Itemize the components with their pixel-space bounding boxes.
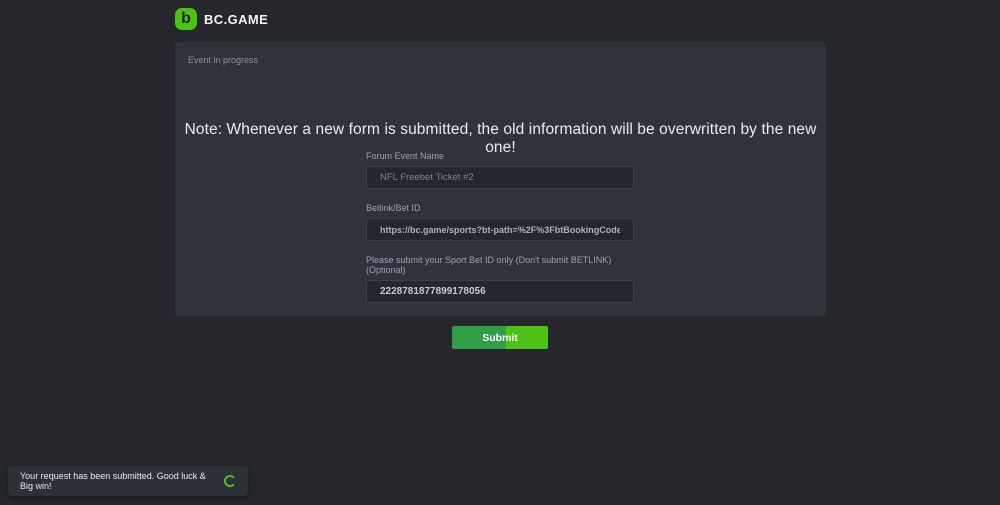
bcgame-logo-icon: b	[175, 8, 197, 30]
brand[interactable]: b BC.GAME	[175, 8, 268, 30]
toast-message: Your request has been submitted. Good lu…	[20, 471, 216, 491]
forum-event-name-label: Forum Event Name	[366, 151, 634, 161]
betlink-bet-id-label: Betlink/Bet ID	[366, 203, 634, 213]
submit-button[interactable]: Submit	[452, 326, 548, 349]
forum-event-name-input[interactable]	[366, 166, 634, 189]
event-form-card: Event in progress Note: Whenever a new f…	[175, 42, 826, 316]
spinner-icon	[224, 475, 236, 487]
top-header: b BC.GAME	[0, 0, 1000, 40]
success-toast: Your request has been submitted. Good lu…	[8, 466, 248, 496]
sport-bet-id-input[interactable]	[366, 280, 634, 303]
event-status-label: Event in progress	[188, 55, 258, 65]
event-form: Forum Event Name Betlink/Bet ID Please s…	[366, 151, 634, 349]
betlink-bet-id-input[interactable]	[366, 218, 634, 241]
brand-name: BC.GAME	[204, 12, 268, 27]
sport-bet-id-label: Please submit your Sport Bet ID only (Do…	[366, 255, 634, 275]
